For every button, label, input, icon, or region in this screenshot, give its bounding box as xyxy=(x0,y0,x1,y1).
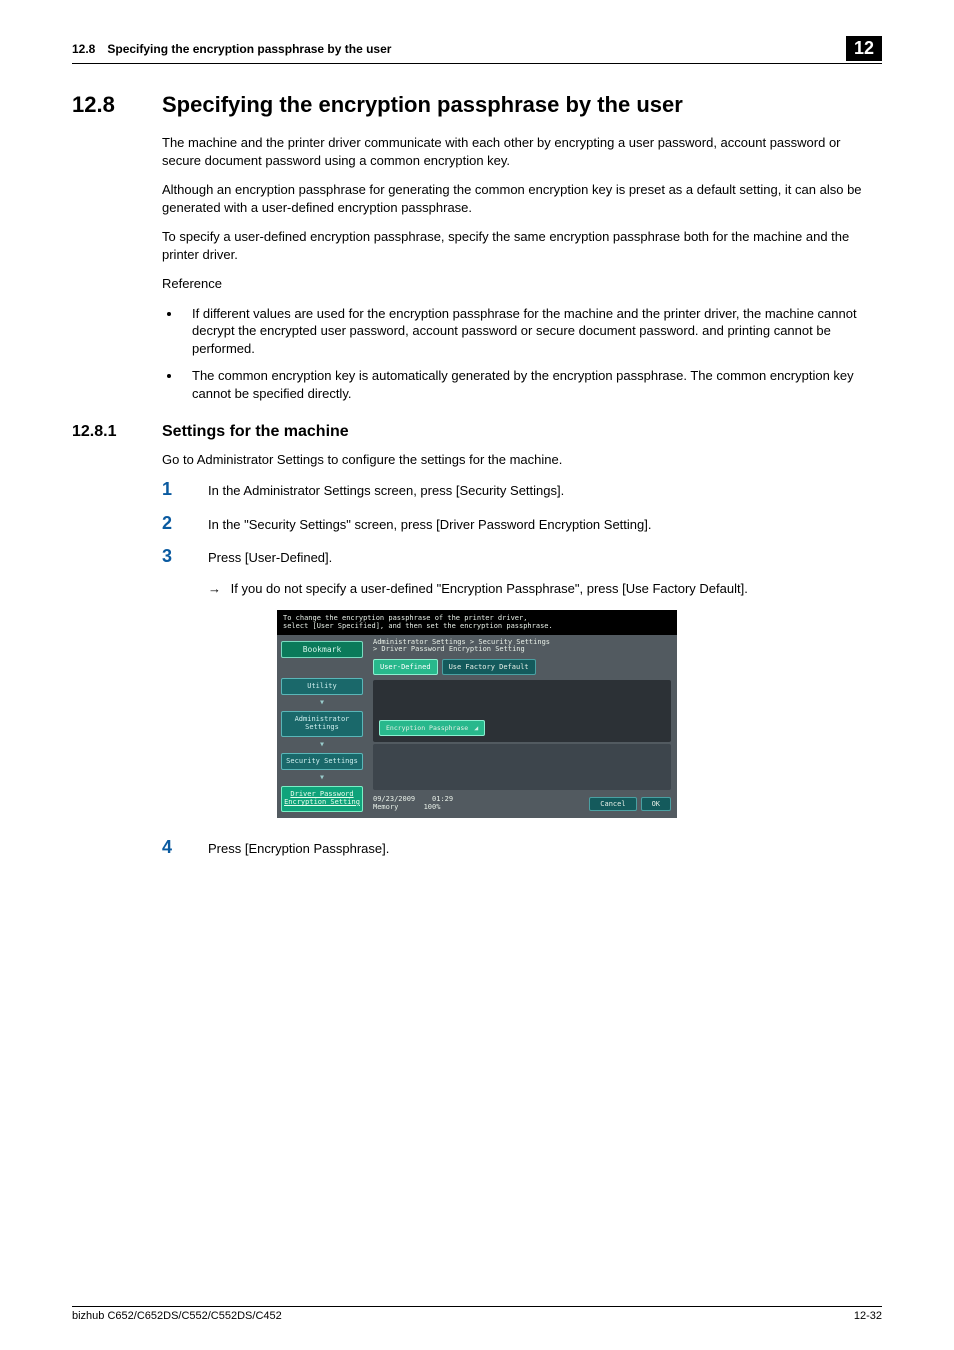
chevron-down-icon: ▾ xyxy=(281,773,363,783)
step-number: 4 xyxy=(162,838,208,856)
step-row: 3 Press [User-Defined]. xyxy=(72,547,882,567)
user-defined-tab[interactable]: User-Defined xyxy=(373,659,438,675)
section-title: Specifying the encryption passphrase by … xyxy=(162,92,683,118)
section-number: 12.8 xyxy=(72,92,162,118)
header-section-number: 12.8 xyxy=(72,42,95,56)
subsection-number: 12.8.1 xyxy=(72,423,162,441)
step-number: 2 xyxy=(162,514,208,532)
page-header: 12.8 Specifying the encryption passphras… xyxy=(72,36,882,64)
panel-help-text: To change the encryption passphrase of t… xyxy=(277,610,677,635)
step-number: 3 xyxy=(162,547,208,565)
subsection-lead: Go to Administrator Settings to configur… xyxy=(162,451,882,469)
step-text: In the "Security Settings" screen, press… xyxy=(208,514,882,534)
subsection-title: Settings for the machine xyxy=(162,423,349,441)
intro-paragraph-2: Although an encryption passphrase for ge… xyxy=(162,181,882,216)
panel-content-area: Encryption Passphrase◢ xyxy=(373,680,671,742)
nav-security-settings-button[interactable]: Security Settings xyxy=(281,753,363,771)
triangle-right-icon: ◢ xyxy=(474,724,478,732)
reference-list: If different values are used for the enc… xyxy=(162,305,882,403)
step-text: Press [Encryption Passphrase]. xyxy=(208,838,882,858)
footer-page-number: 12-32 xyxy=(854,1310,882,1322)
step-row: 1 In the Administrator Settings screen, … xyxy=(72,480,882,500)
nav-utility-button[interactable]: Utility xyxy=(281,678,363,696)
step-text: Press [User-Defined]. xyxy=(208,547,882,567)
subsection-heading: 12.8.1 Settings for the machine xyxy=(72,423,882,441)
section-heading: 12.8 Specifying the encryption passphras… xyxy=(72,92,882,118)
machine-panel-screenshot: To change the encryption passphrase of t… xyxy=(277,610,677,818)
factory-default-tab[interactable]: Use Factory Default xyxy=(442,659,536,675)
cancel-button[interactable]: Cancel xyxy=(589,797,636,811)
intro-paragraph-3: To specify a user-defined encryption pas… xyxy=(162,228,882,263)
encryption-passphrase-button[interactable]: Encryption Passphrase◢ xyxy=(379,720,485,736)
step-row: 4 Press [Encryption Passphrase]. xyxy=(72,838,882,858)
panel-footer: 09/23/2009 01:29 Memory 100% Cancel OK xyxy=(367,792,677,817)
panel-sidebar: Bookmark Utility ▾ Administrator Setting… xyxy=(277,635,367,818)
reference-label: Reference xyxy=(162,275,882,293)
header-section-title: Specifying the encryption passphrase by … xyxy=(107,42,846,56)
chevron-down-icon: ▾ xyxy=(281,698,363,708)
panel-empty-area xyxy=(373,744,671,790)
reference-item: The common encryption key is automatical… xyxy=(182,367,882,402)
ok-button[interactable]: OK xyxy=(641,797,671,811)
panel-memory-value: 100% xyxy=(424,803,441,811)
step-row: 2 In the "Security Settings" screen, pre… xyxy=(72,514,882,534)
step-number: 1 xyxy=(162,480,208,498)
breadcrumb: Administrator Settings > Security Settin… xyxy=(367,635,677,656)
intro-paragraph-1: The machine and the printer driver commu… xyxy=(162,134,882,169)
nav-driver-password-button[interactable]: Driver Password Encryption Setting xyxy=(281,786,363,811)
page-footer: bizhub C652/C652DS/C552/C552DS/C452 12-3… xyxy=(72,1306,882,1322)
substep-text: If you do not specify a user-defined "En… xyxy=(231,581,748,596)
nav-admin-settings-button[interactable]: Administrator Settings xyxy=(281,711,363,736)
chevron-down-icon: ▾ xyxy=(281,740,363,750)
panel-memory-label: Memory xyxy=(373,803,398,811)
reference-item: If different values are used for the enc… xyxy=(182,305,882,358)
step-text: In the Administrator Settings screen, pr… xyxy=(208,480,882,500)
chapter-number-badge: 12 xyxy=(846,36,882,61)
arrow-icon: → xyxy=(208,581,221,596)
substep: → If you do not specify a user-defined "… xyxy=(208,581,882,596)
bookmark-button[interactable]: Bookmark xyxy=(281,641,363,658)
footer-model: bizhub C652/C652DS/C552/C552DS/C452 xyxy=(72,1310,282,1322)
